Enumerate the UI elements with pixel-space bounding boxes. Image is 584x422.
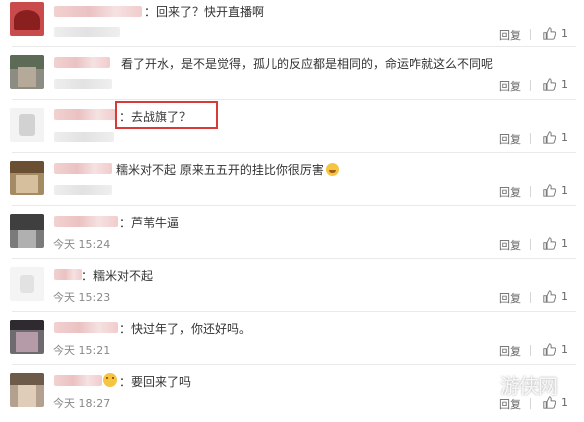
avatar[interactable] [10,214,44,248]
comment-text: 糯米对不起 原来五五开的挂比你很厉害 [116,161,339,178]
separator [530,80,531,91]
thumbs-up-icon [543,26,556,40]
like-button[interactable]: 1 [543,130,568,144]
like-count: 1 [561,26,568,40]
thumbs-up-icon [543,236,556,250]
username[interactable] [54,57,110,68]
like-button[interactable]: 1 [543,236,568,250]
timestamp [54,185,112,195]
site-watermark: 游侠网 [500,374,558,398]
timestamp: 今天 15:24 [53,238,111,251]
timestamp: 今天 15:21 [53,344,111,357]
reply-button[interactable]: 回复 [499,78,521,94]
avatar[interactable] [10,320,44,354]
comment-feed: ：回来了？快开直播啊 回复 1 看了开水，是不是觉得，孤儿的反应都是相同的，命运… [0,0,584,422]
divider [12,152,576,153]
comment-text-body: 糯米对不起 原来五五开的挂比你很厉害 [116,163,324,177]
like-count: 1 [561,289,568,303]
avatar[interactable] [10,267,44,301]
reply-button[interactable]: 回复 [499,184,521,200]
reply-button[interactable]: 回复 [499,27,521,43]
timestamp: 今天 15:23 [53,291,111,304]
thumbs-up-icon [543,342,556,356]
like-count: 1 [561,342,568,356]
reply-button[interactable]: 回复 [499,290,521,306]
divider [12,364,576,365]
separator [530,29,531,40]
timestamp: 今天 18:27 [53,397,111,410]
reply-button[interactable]: 回复 [499,131,521,147]
comment-text: ：快过年了，你还好吗。 [119,322,252,336]
comment-text: ：要回来了吗 [119,375,192,389]
divider [12,258,576,259]
avatar[interactable] [10,108,44,142]
username[interactable] [54,375,102,386]
like-button[interactable]: 1 [543,342,568,356]
timestamp [54,79,112,89]
like-count: 1 [561,183,568,197]
separator [530,133,531,144]
avatar[interactable] [10,373,44,407]
avatar[interactable] [10,161,44,195]
divider [12,46,576,47]
separator [530,292,531,303]
thumbs-up-icon [543,289,556,303]
timestamp [54,132,114,142]
avatar[interactable] [10,2,44,36]
comment-text: 看了开水，是不是觉得，孤儿的反应都是相同的，命运咋就这么不同呢 [121,57,494,71]
divider [12,311,576,312]
highlight-box [115,101,218,129]
thumbs-up-icon [543,183,556,197]
like-button[interactable]: 1 [543,77,568,91]
thumbs-up-icon [543,130,556,144]
like-button[interactable]: 1 [543,26,568,40]
like-count: 1 [561,236,568,250]
username[interactable] [54,216,118,227]
reply-button[interactable]: 回复 [499,237,521,253]
username[interactable] [54,269,82,280]
timestamp [54,27,120,37]
comment-text: ：芦苇牛逼 [119,216,180,230]
like-button[interactable]: 1 [543,289,568,303]
like-count: 1 [561,130,568,144]
emoji-badge-icon [103,373,117,387]
comment-text: ：回来了？快开直播啊 [144,5,265,19]
thumbs-up-icon [543,77,556,91]
separator [530,186,531,197]
grin-emoji-icon [325,163,339,176]
divider [12,205,576,206]
username[interactable] [54,109,116,120]
username[interactable] [54,322,118,333]
avatar[interactable] [10,55,44,89]
like-count: 1 [561,77,568,91]
separator [530,239,531,250]
reply-button[interactable]: 回复 [499,343,521,359]
comment-text: ：糯米对不起 [81,269,154,283]
like-button[interactable]: 1 [543,183,568,197]
divider [12,99,576,100]
separator [530,345,531,356]
username[interactable] [54,163,112,174]
username[interactable] [54,6,142,17]
